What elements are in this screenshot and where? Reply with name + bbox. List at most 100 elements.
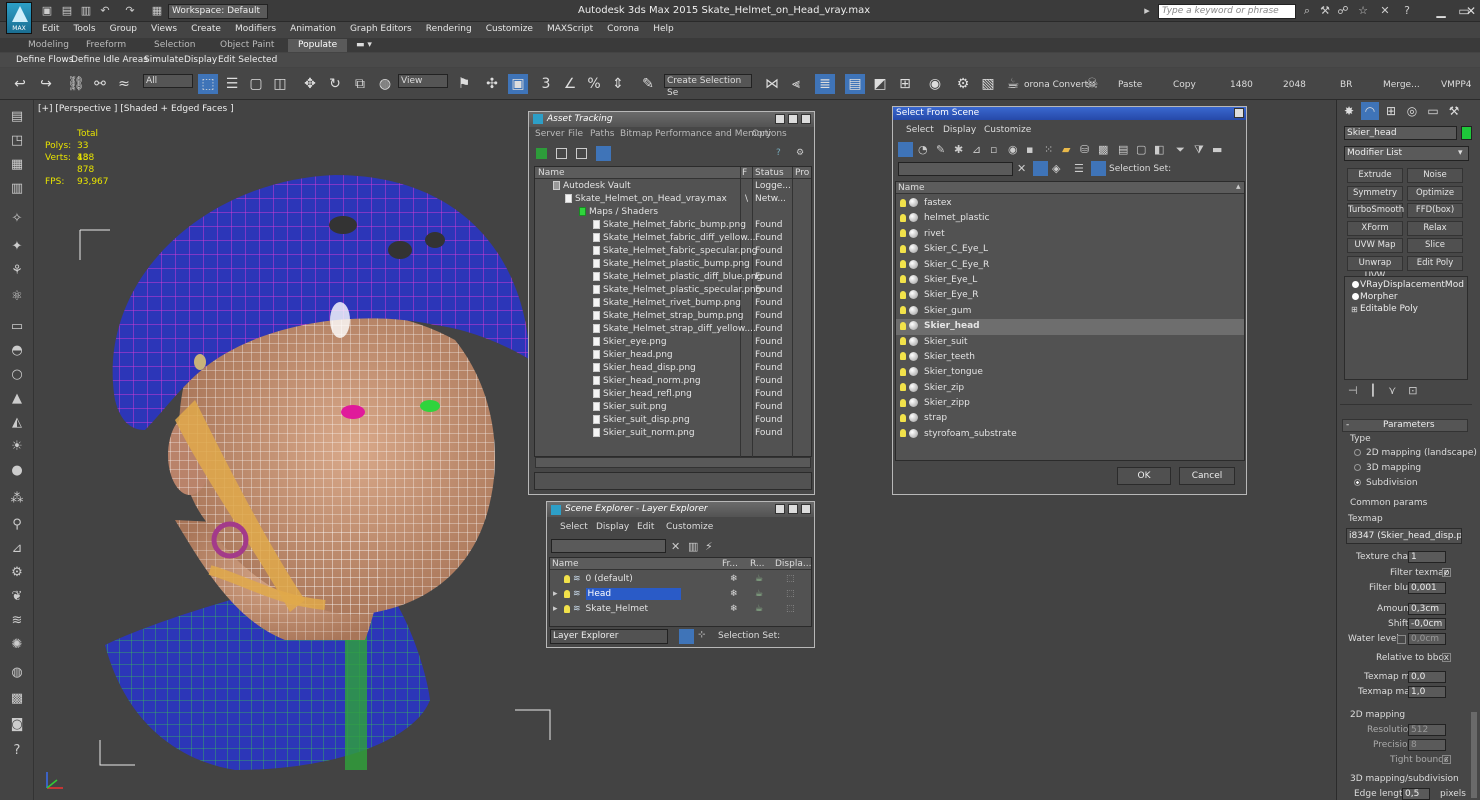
asset-row[interactable]: Skier_head.png Found (535, 349, 811, 362)
asset-menu-options[interactable]: Options (752, 127, 787, 141)
infocenter-icon[interactable]: ▸ (1140, 4, 1154, 18)
minimize-button[interactable] (775, 114, 785, 124)
tight-bounds-checkbox[interactable]: ✓ (1442, 755, 1451, 764)
layer-row[interactable]: ▸ ≋ Head ❄ ☕ ⬚ (550, 587, 811, 602)
asset-row[interactable]: Skate_Helmet_plastic_specular.png Found (535, 284, 811, 297)
open-icon[interactable]: ▤ (60, 4, 74, 18)
modifier-list-dropdown[interactable]: Modifier List (1344, 146, 1469, 161)
col-name[interactable]: Name (898, 182, 925, 194)
display-none-icon[interactable]: ▢ (1136, 143, 1146, 156)
tool-icon[interactable]: ⚛ (8, 288, 26, 306)
tool-icon[interactable]: ✦ (8, 238, 26, 256)
sun-icon[interactable]: ☀ (8, 438, 26, 456)
define-idle-areas-button[interactable]: Define Idle Areas (68, 54, 151, 66)
asset-hscrollbar[interactable] (535, 457, 811, 468)
display-spacewarps-icon[interactable]: ▫ (990, 143, 997, 156)
tool-icon[interactable]: ◳ (8, 132, 26, 150)
display-cameras-icon[interactable]: ✱ (954, 143, 963, 156)
keyboard-shortcut-icon[interactable]: ▣ (508, 74, 528, 94)
asset-row[interactable]: Skate_Helmet_fabric_diff_yellow.... Found (535, 232, 811, 245)
skull-script-icon[interactable]: ☠ (1082, 74, 1102, 94)
filter-blur-spinner[interactable]: 0,001 (1408, 582, 1446, 594)
bulb-icon[interactable] (1352, 281, 1359, 288)
clear-icon[interactable]: ✕ (1017, 162, 1026, 175)
menu-modifiers[interactable]: Modifiers (229, 22, 284, 37)
texmap-button[interactable]: i8347 (Skier_head_disp.png) (1346, 528, 1462, 544)
freeze-icon[interactable]: ❄ (730, 587, 738, 602)
select-menu-display[interactable]: Display (943, 123, 976, 137)
placement-icon[interactable]: ◍ (375, 74, 395, 94)
edge-length-spinner[interactable]: 0,5 (1402, 788, 1430, 800)
bulb-icon[interactable] (564, 574, 570, 583)
plant-icon[interactable]: ❦ (8, 588, 26, 606)
help-icon[interactable]: ? (776, 148, 781, 158)
expand-arrow-icon[interactable]: ▸ (550, 587, 564, 602)
close-button[interactable] (1234, 108, 1244, 118)
menu-maxscript[interactable]: MAXScript (541, 22, 601, 37)
define-flows-button[interactable]: Define Flows (13, 54, 76, 66)
snap-icon[interactable]: 3 (536, 74, 556, 94)
clear-icon[interactable]: ✕ (671, 540, 680, 553)
object-row[interactable]: Skier_Eye_R (896, 288, 1244, 303)
modifier-button[interactable]: Extrude (1347, 168, 1403, 183)
redo-icon[interactable]: ↷ (123, 4, 137, 18)
cancel-button[interactable]: Cancel (1179, 467, 1235, 485)
helper-icon[interactable]: ⊿ (8, 540, 26, 558)
object-row[interactable]: Skier_C_Eye_L (896, 242, 1244, 257)
hierarchy-tab-icon[interactable]: ⊞ (1382, 102, 1400, 120)
unlink-icon[interactable]: ⚯ (90, 74, 110, 94)
hair-icon[interactable]: ≋ (8, 612, 26, 630)
modifier-button[interactable]: Noise (1407, 168, 1463, 183)
col-status[interactable]: Status (755, 167, 784, 179)
tool-icon[interactable]: ✧ (8, 210, 26, 228)
render-setup-icon[interactable]: ⚙ (953, 74, 973, 94)
asset-row[interactable]: Skier_head_disp.png Found (535, 362, 811, 375)
named-selection-dropdown[interactable]: Create Selection Se (664, 74, 752, 98)
bulb-icon[interactable] (564, 589, 570, 598)
bone-icon[interactable]: ⚲ (8, 516, 26, 534)
modifier-button[interactable]: Relax (1407, 220, 1463, 236)
menu-customize[interactable]: Customize (480, 22, 541, 37)
object-row[interactable]: fastex (896, 196, 1244, 211)
detail-view-icon[interactable] (576, 148, 587, 159)
display-box-icon[interactable]: ⬚ (786, 572, 795, 587)
scene-menu-customize[interactable]: Customize (666, 520, 713, 534)
ribbon-options-icon[interactable]: ▬ ▾ (356, 40, 372, 50)
bulb-icon[interactable] (1352, 293, 1359, 300)
new-icon[interactable]: ▣ (40, 4, 54, 18)
asset-row[interactable]: Skier_suit_norm.png Found (535, 427, 811, 440)
display-box-icon[interactable]: ⬚ (786, 587, 795, 602)
angle-snap-icon[interactable]: ∠ (560, 74, 580, 94)
filter-texmap-checkbox[interactable]: ✓ (1442, 568, 1451, 577)
close-button[interactable] (801, 504, 811, 514)
asset-row[interactable]: Skate_Helmet_on_Head_vray.max \ Netw... (535, 193, 811, 206)
col-display[interactable]: Displa... (775, 558, 811, 570)
scene-menu-edit[interactable]: Edit (637, 520, 654, 534)
stack-item-vraydisplacement[interactable]: VRayDisplacementMod (1350, 279, 1464, 291)
edit-selected-button[interactable]: Edit Selected (215, 54, 280, 66)
render-teapot-icon[interactable]: ☕ (755, 587, 763, 602)
material-editor-icon[interactable]: ◉ (925, 74, 945, 94)
ok-button[interactable]: OK (1117, 467, 1171, 485)
object-row[interactable]: Skier_C_Eye_R (896, 258, 1244, 273)
save-icon[interactable]: ▥ (79, 4, 93, 18)
layer-row[interactable]: ▸ ≋ Skate_Helmet ❄ ☕ ⬚ (550, 602, 811, 617)
copy-button[interactable]: Copy (1173, 80, 1196, 90)
explorer-type-dropdown[interactable]: Layer Explorer (550, 629, 668, 644)
display-geometry-icon[interactable] (898, 142, 913, 157)
display-bones-icon[interactable]: ⁙ (1044, 143, 1053, 156)
tool-icon[interactable]: ▥ (8, 180, 26, 198)
tool-icon[interactable]: ▤ (8, 108, 26, 126)
radio-3d[interactable] (1354, 464, 1361, 471)
utilities-tab-icon[interactable]: ⚒ (1445, 102, 1463, 120)
close-button[interactable] (801, 114, 811, 124)
modifier-button[interactable]: Unwrap UVW (1347, 256, 1403, 281)
object-row[interactable]: Skier_teeth (896, 350, 1244, 365)
menu-tools[interactable]: Tools (67, 22, 103, 37)
display-shapes-icon[interactable]: ◔ (918, 143, 928, 156)
align-icon[interactable]: ⫷ (786, 74, 806, 94)
sphere-icon[interactable]: ◍ (8, 664, 26, 682)
stack-item-editable-poly[interactable]: Editable Poly (1350, 303, 1418, 315)
col-f[interactable]: F (742, 167, 747, 179)
create-tab-icon[interactable]: ✸ (1340, 102, 1358, 120)
